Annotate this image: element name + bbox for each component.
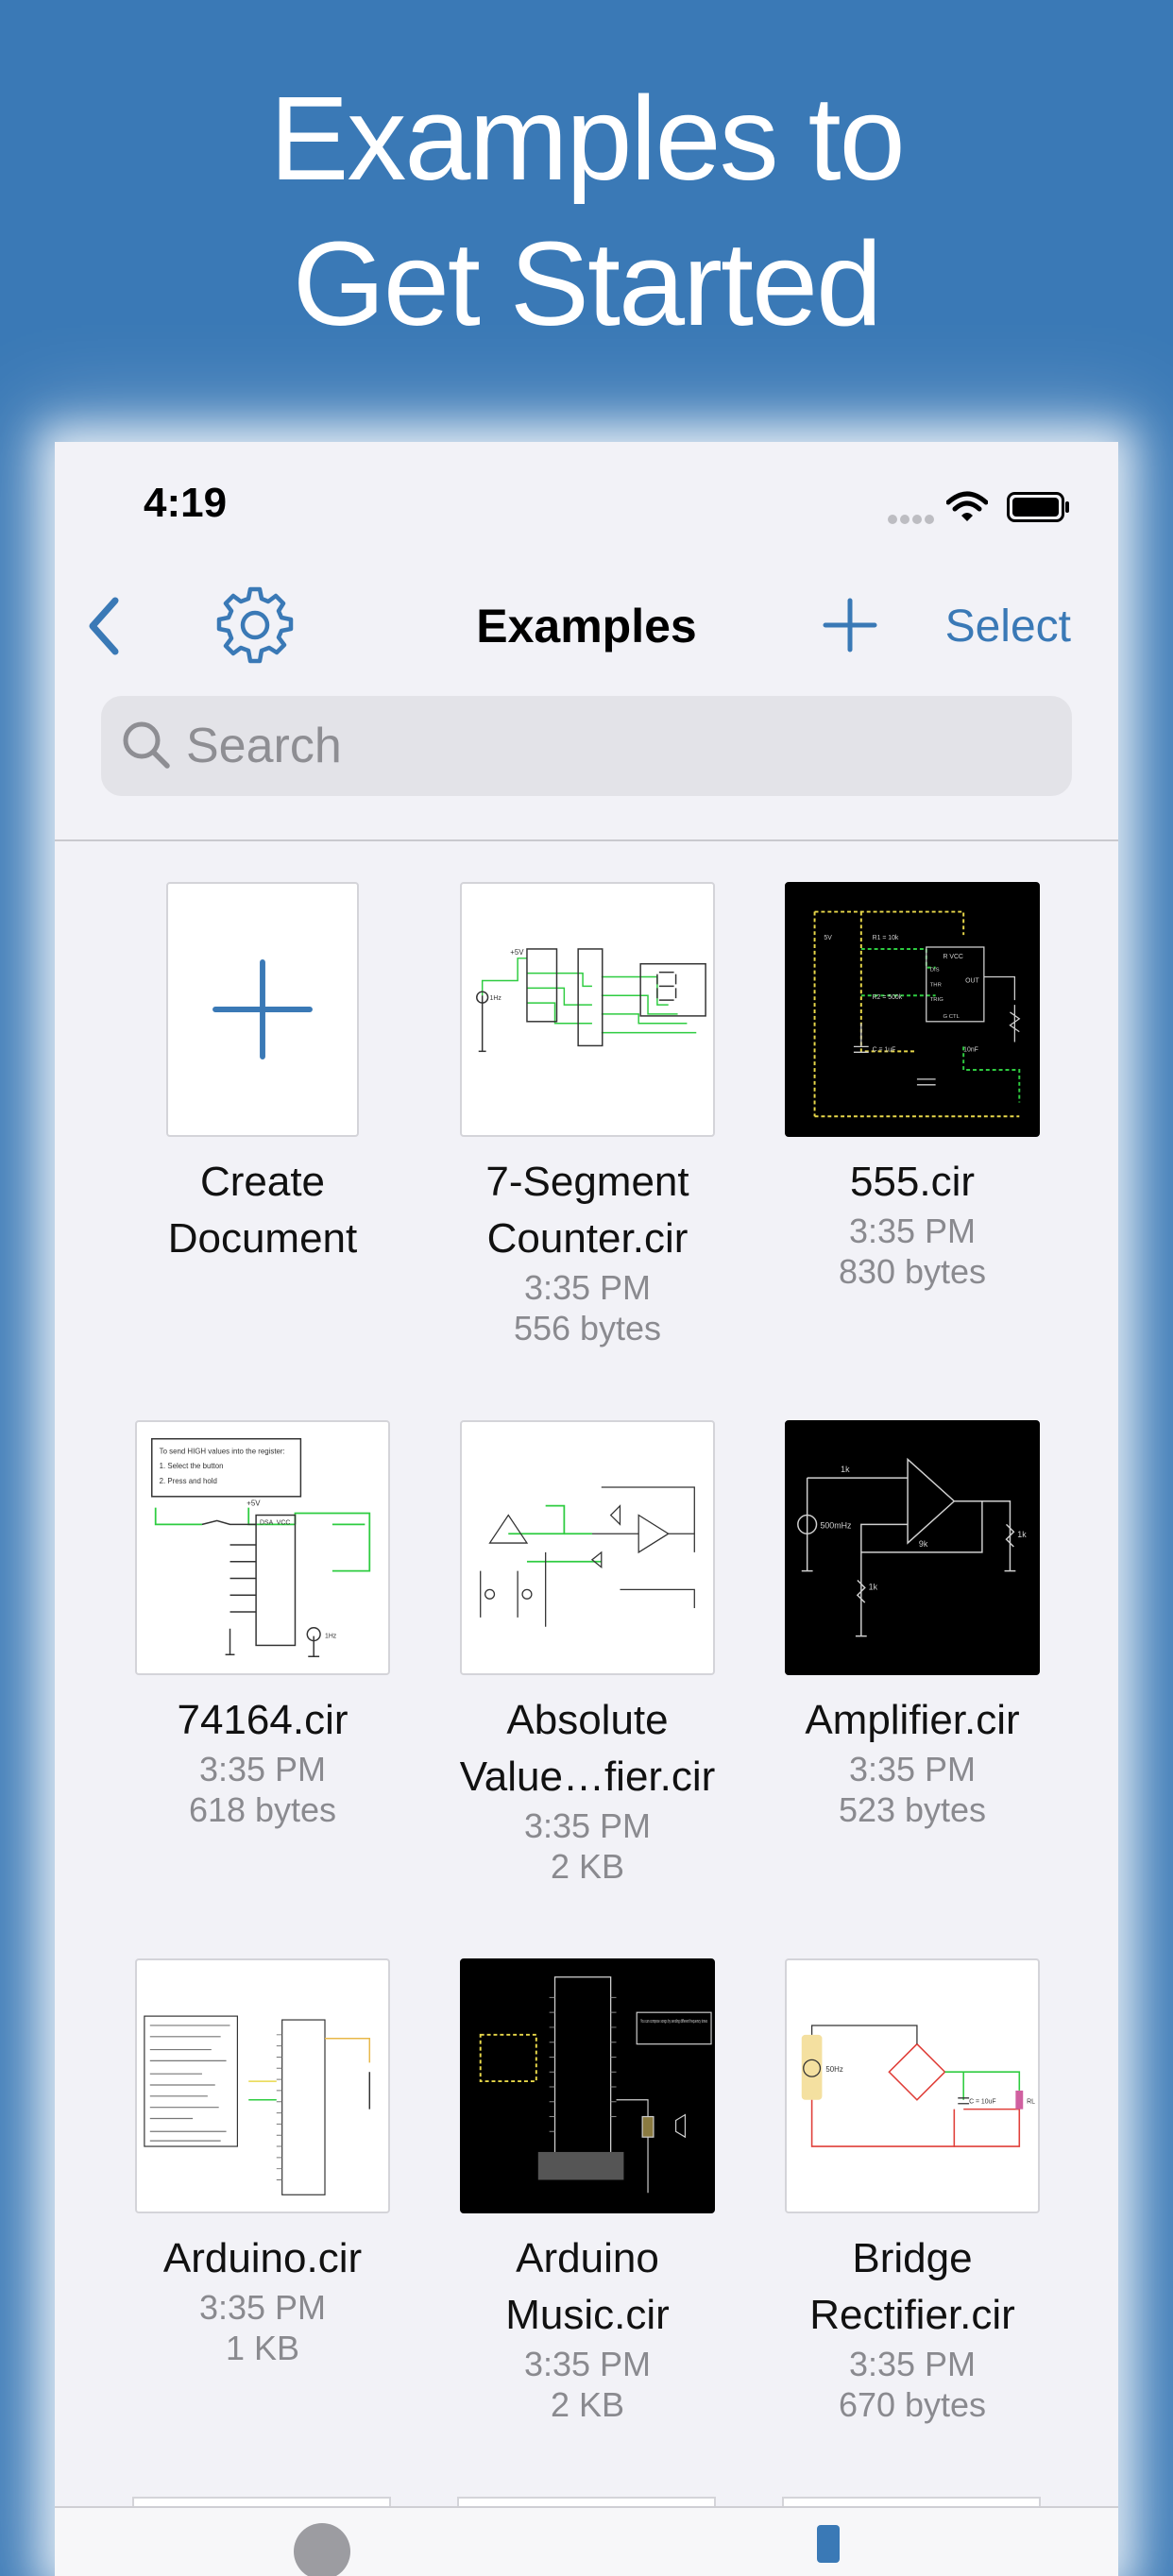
document-size: 618 bytes [188,1790,337,1829]
clock-icon[interactable] [294,2523,350,2576]
r2-label: R2 = 500k [873,994,903,1001]
clock-label: 1Hz [325,1634,337,1640]
circuit-thumbnail [460,1420,715,1675]
status-bar: 4:19 [55,442,1118,574]
document-size: 830 bytes [838,1252,987,1291]
r1-label: R1 = 10k [873,935,899,941]
document-time: 3:35 PM [848,2345,977,2383]
vcc-pin-label: R VCC [944,954,963,960]
circuit-thumbnail: 1k 500mHz 9k 1k 1k [785,1420,1040,1675]
status-time: 4:19 [144,480,228,526]
document-7-segment-counter[interactable]: +5V 1Hz 7-Segment Counter.cir 3:35 PM 55… [425,882,750,1348]
dsa-pin-label: DSA [260,1519,274,1526]
gear-icon[interactable] [215,585,295,665]
document-size: 556 bytes [513,1309,662,1347]
search-input[interactable] [186,696,1036,796]
promo-heading-line2: Get Started [292,217,882,350]
document-74164[interactable]: To send HIGH values into the register: 1… [100,1420,425,1830]
clock-label: 1Hz [490,995,502,1002]
r4-label: 1k [1017,1530,1027,1539]
promo-heading: Examples to Get Started [0,66,1173,357]
circuit-thumbnail: 5V R1 = 10k R2 = 500k C = 1uF 10nF R VCC… [785,882,1040,1137]
plus-icon [212,959,313,1059]
document-time: 3:35 PM [523,2345,652,2383]
cap2-label: 10nF [963,1046,978,1053]
cap-label: C = 1uF [873,1046,896,1053]
circuit-thumbnail: +5V 1Hz [460,882,715,1137]
document-size: 1 KB [225,2329,300,2367]
document-arduino[interactable]: Arduino.cir 3:35 PM 1 KB [100,1958,425,2368]
circuit-thumbnail: You can compose songs by sending differe… [460,1958,715,2213]
folder-icon[interactable] [817,2525,840,2563]
document-name: Absolute Value…fier.cir [459,1697,716,1800]
back-chevron-icon[interactable] [72,593,138,659]
load-label: RL [1027,2099,1035,2106]
document-time: 3:35 PM [523,1268,652,1307]
cap-label: C = 10uF [969,2099,995,2106]
r2-label: 9k [919,1539,928,1549]
thr-pin-label: THR [930,982,942,988]
create-document-button[interactable]: Create Document [100,882,425,1267]
document-name: 555.cir [849,1159,976,1205]
supply-label: +5V [246,1500,261,1508]
document-amplifier[interactable]: 1k 500mHz 9k 1k 1k Amplifier.cir 3:35 PM… [750,1420,1075,1830]
out-pin-label: OUT [965,977,979,984]
source-label: 500mHz [820,1520,851,1530]
circuit-thumbnail [135,1958,390,2213]
ctl-pin-label: G CTL [944,1014,960,1020]
header-divider [55,839,1118,841]
document-name: Create Document [167,1159,358,1262]
document-555[interactable]: 5V R1 = 10k R2 = 500k C = 1uF 10nF R VCC… [750,882,1075,1292]
document-name: 74164.cir [177,1697,348,1743]
document-time: 3:35 PM [848,1750,977,1788]
vcc-pin-label: VCC [277,1519,291,1526]
note-label: You can compose songs by sending differe… [640,2019,707,2025]
document-time: 3:35 PM [198,1750,327,1788]
document-name: Amplifier.cir [805,1697,1020,1743]
navigation-bar: Examples Select [55,574,1118,678]
app-screen: 4:19 Examples Select Search Create Docum… [55,442,1118,2576]
document-name: Arduino.cir [162,2235,363,2281]
supply-label: 5V [824,935,832,941]
document-size: 2 KB [550,1847,625,1886]
source-label: 50Hz [825,2065,842,2074]
dis-pin-label: DIS [930,968,940,974]
search-field[interactable] [101,696,1072,796]
plus-icon[interactable] [820,595,880,655]
document-size: 523 bytes [838,1790,987,1829]
promo-heading-line1: Examples to [269,72,905,205]
trig-pin-label: TRIG [930,997,944,1003]
supply-label: +5V [510,948,524,957]
document-name: Arduino Music.cir [505,2235,670,2338]
note-line-3: 2. Press and hold [160,1477,217,1485]
document-size: 670 bytes [838,2385,987,2424]
wifi-icon [946,491,988,521]
battery-icon [1007,492,1069,522]
tab-bar [55,2506,1118,2576]
select-button[interactable]: Select [945,601,1071,652]
circuit-thumbnail: To send HIGH values into the register: 1… [135,1420,390,1675]
note-line-2: 1. Select the button [160,1462,224,1470]
document-bridge-rectifier[interactable]: 50Hz C = 10uF RL Bridge Rectifier.cir 3:… [750,1958,1075,2425]
document-absolute-value-amplifier[interactable]: Absolute Value…fier.cir 3:35 PM 2 KB [425,1420,750,1887]
create-document-thumbnail [166,882,359,1137]
r3-label: 1k [869,1582,878,1591]
search-icon [123,721,170,769]
document-time: 3:35 PM [523,1806,652,1845]
document-arduino-music[interactable]: You can compose songs by sending differe… [425,1958,750,2425]
note-line-1: To send HIGH values into the register: [160,1447,285,1455]
document-time: 3:35 PM [848,1212,977,1250]
document-time: 3:35 PM [198,2288,327,2327]
signal-icon [888,512,937,524]
document-name: Bridge Rectifier.cir [809,2235,1015,2338]
document-name: 7-Segment Counter.cir [485,1159,689,1262]
document-size: 2 KB [550,2385,625,2424]
r1-label: 1k [841,1465,850,1474]
circuit-thumbnail: 50Hz C = 10uF RL [785,1958,1040,2213]
